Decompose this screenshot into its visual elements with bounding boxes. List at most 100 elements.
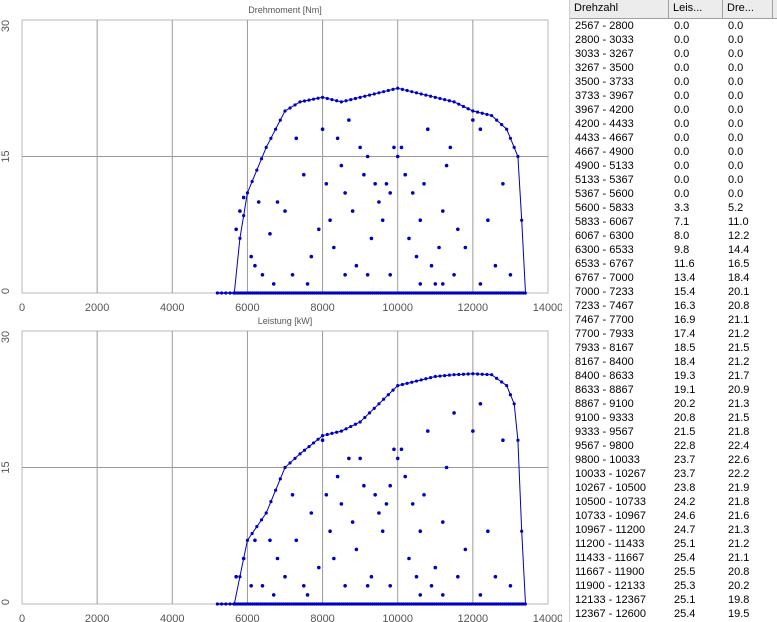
envelope-point bbox=[245, 538, 250, 542]
table-row[interactable]: 9100 - 9333 20.8 21.5 bbox=[570, 411, 777, 425]
envelope-point bbox=[414, 379, 419, 383]
column-header-drehzahl[interactable]: Drehzahl bbox=[570, 0, 669, 18]
envelope-point bbox=[500, 380, 504, 384]
table-row[interactable]: 6300 - 6533 9.8 14.4 bbox=[570, 243, 777, 257]
envelope-point bbox=[396, 86, 400, 90]
column-header-leistung[interactable]: Leis... bbox=[669, 0, 723, 18]
envelope-point bbox=[215, 291, 219, 295]
envelope-point bbox=[419, 92, 423, 96]
table-row[interactable]: 6067 - 6300 8.0 12.2 bbox=[570, 229, 777, 243]
table-row[interactable]: 5600 - 5833 3.3 5.2 bbox=[570, 201, 777, 215]
cell-drehmoment: 20.9 bbox=[728, 384, 750, 396]
cell-leistung: 20.8 bbox=[674, 412, 696, 424]
data-point bbox=[463, 245, 468, 250]
table-row[interactable]: 4900 - 5133 0.0 0.0 bbox=[570, 159, 777, 173]
cell-leistung: 23.8 bbox=[674, 482, 696, 494]
table-row[interactable]: 5133 - 5367 0.0 0.0 bbox=[570, 173, 777, 187]
table-row[interactable]: 10967 - 11200 24.7 21.3 bbox=[570, 523, 777, 537]
table-row[interactable]: 3967 - 4200 0.0 0.0 bbox=[570, 103, 777, 117]
table-row[interactable]: 2800 - 3033 0.0 0.0 bbox=[570, 33, 777, 47]
data-point bbox=[418, 282, 423, 286]
table-row[interactable]: 3733 - 3967 0.0 0.0 bbox=[570, 89, 777, 103]
data-point bbox=[422, 182, 426, 186]
cell-leistung: 15.4 bbox=[674, 286, 696, 298]
data-point bbox=[388, 483, 393, 488]
table-row[interactable]: 10500 - 10733 24.2 21.8 bbox=[570, 495, 777, 509]
cell-drehmoment: 0.0 bbox=[728, 20, 744, 32]
table-row[interactable]: 11200 - 11433 25.1 21.2 bbox=[570, 537, 777, 551]
cell-drehzahl: 11200 - 11433 bbox=[575, 538, 645, 550]
data-point bbox=[410, 191, 415, 195]
table-row[interactable]: 5833 - 6067 7.1 11.0 bbox=[570, 215, 777, 229]
cell-drehmoment: 20.2 bbox=[728, 580, 750, 592]
table-row[interactable]: 3500 - 3733 0.0 0.0 bbox=[570, 75, 777, 89]
envelope-point bbox=[228, 602, 232, 606]
data-point bbox=[433, 282, 438, 286]
table-row[interactable]: 7700 - 7933 17.4 21.2 bbox=[570, 327, 777, 341]
table-row[interactable]: 11433 - 11667 25.4 21.1 bbox=[570, 551, 777, 565]
data-table[interactable]: Drehzahl Leis... Dre... 2567 - 2800 0.0 0.… bbox=[569, 0, 777, 622]
table-row[interactable]: 8633 - 8867 19.1 20.9 bbox=[570, 383, 777, 397]
envelope-point bbox=[377, 91, 381, 95]
table-row[interactable]: 7467 - 7700 16.9 21.1 bbox=[570, 313, 777, 327]
envelope-point bbox=[457, 102, 461, 106]
table-row[interactable]: 4433 - 4667 0.0 0.0 bbox=[570, 131, 777, 145]
cell-leistung: 9.8 bbox=[674, 244, 690, 256]
table-row[interactable]: 7933 - 8167 18.5 21.5 bbox=[570, 341, 777, 355]
envelope-point bbox=[224, 602, 228, 606]
envelope-point bbox=[228, 291, 232, 295]
cell-leistung: 17.4 bbox=[674, 328, 696, 340]
table-row[interactable]: 3267 - 3500 0.0 0.0 bbox=[570, 61, 777, 75]
table-row[interactable]: 9800 - 10033 23.7 22.6 bbox=[570, 453, 777, 467]
table-row[interactable]: 12367 - 12600 25.4 19.5 bbox=[570, 607, 777, 621]
table-row[interactable]: 2567 - 2800 0.0 0.0 bbox=[570, 19, 777, 33]
column-header-drehmoment[interactable]: Dre... bbox=[723, 0, 773, 18]
cell-leistung: 7.1 bbox=[674, 216, 690, 228]
data-point bbox=[343, 191, 347, 195]
table-row[interactable]: 7000 - 7233 15.4 20.1 bbox=[570, 285, 777, 299]
cell-drehmoment: 22.4 bbox=[728, 440, 750, 452]
envelope-point bbox=[382, 397, 386, 401]
cell-drehzahl: 3267 - 3500 bbox=[575, 62, 634, 74]
table-row[interactable]: 9333 - 9567 21.5 21.8 bbox=[570, 425, 777, 439]
data-point bbox=[328, 529, 332, 533]
envelope-point bbox=[349, 424, 353, 429]
data-point bbox=[332, 556, 336, 561]
table-row[interactable]: 6533 - 6767 11.6 16.5 bbox=[570, 257, 777, 271]
table-row[interactable]: 6767 - 7000 13.4 18.4 bbox=[570, 271, 777, 285]
table-row[interactable]: 10033 - 10267 23.7 22.2 bbox=[570, 467, 777, 481]
envelope-point bbox=[396, 384, 400, 388]
envelope-point bbox=[344, 427, 348, 431]
data-point bbox=[365, 154, 370, 159]
cell-drehzahl: 7700 - 7933 bbox=[575, 328, 634, 340]
table-row[interactable]: 3033 - 3267 0.0 0.0 bbox=[570, 47, 777, 61]
table-row[interactable]: 8167 - 8400 18.4 21.2 bbox=[570, 355, 777, 369]
table-row[interactable]: 7233 - 7467 16.3 20.8 bbox=[570, 299, 777, 313]
data-point bbox=[395, 154, 400, 159]
table-row[interactable]: 10733 - 10967 24.6 21.6 bbox=[570, 509, 777, 523]
table-row[interactable]: 11900 - 12133 25.3 20.2 bbox=[570, 579, 777, 593]
cell-drehmoment: 21.6 bbox=[728, 510, 750, 522]
table-row[interactable]: 12133 - 12367 25.1 19.8 bbox=[570, 593, 777, 607]
table-row[interactable]: 11667 - 11900 25.5 20.8 bbox=[570, 565, 777, 579]
data-point bbox=[362, 172, 366, 177]
data-point bbox=[501, 182, 505, 186]
data-point bbox=[253, 263, 257, 268]
envelope-point bbox=[414, 91, 419, 95]
envelope-point bbox=[475, 372, 480, 376]
table-row[interactable]: 5367 - 5600 0.0 0.0 bbox=[570, 187, 777, 201]
data-point bbox=[294, 136, 299, 141]
data-point bbox=[335, 474, 340, 479]
envelope-point bbox=[353, 96, 358, 101]
data-point bbox=[309, 254, 314, 259]
table-row[interactable]: 8400 - 8633 19.3 21.7 bbox=[570, 369, 777, 383]
cell-leistung: 25.1 bbox=[674, 594, 696, 606]
table-row[interactable]: 4667 - 4900 0.0 0.0 bbox=[570, 145, 777, 159]
table-row[interactable]: 8867 - 9100 20.2 21.3 bbox=[570, 397, 777, 411]
table-row[interactable]: 10267 - 10500 23.8 21.9 bbox=[570, 481, 777, 495]
envelope-point bbox=[288, 461, 292, 465]
table-row[interactable]: 9567 - 9800 22.8 22.4 bbox=[570, 439, 777, 453]
table-row[interactable]: 4200 - 4433 0.0 0.0 bbox=[570, 117, 777, 131]
data-point bbox=[350, 209, 355, 213]
cell-drehzahl: 8400 - 8633 bbox=[575, 370, 634, 382]
